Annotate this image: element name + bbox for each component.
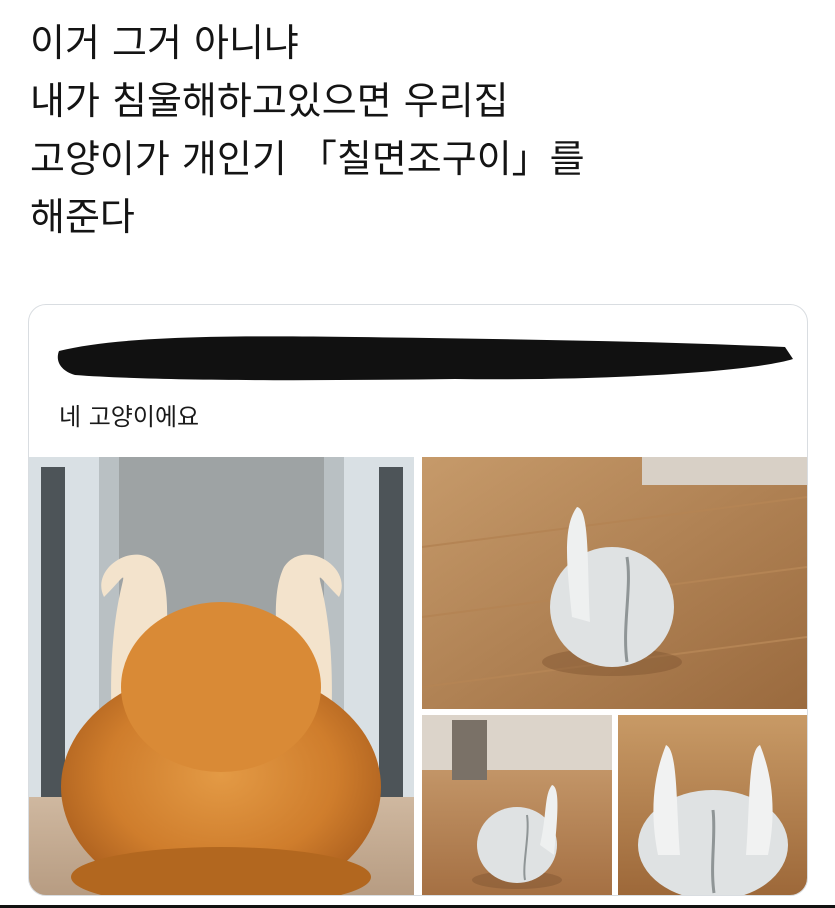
redacted-username-scribble bbox=[57, 336, 793, 381]
white-cat-photo-1[interactable] bbox=[422, 457, 807, 709]
image-grid bbox=[29, 457, 807, 895]
quoted-tweet-card[interactable]: 네 고양이에요 bbox=[28, 304, 808, 896]
tweet-line: 내가 침울해하고있으면 우리집 bbox=[30, 79, 509, 123]
quoted-tweet-text: 네 고양이에요 bbox=[59, 403, 200, 431]
orange-cat-photo[interactable] bbox=[29, 457, 414, 895]
tweet-line: 이거 그거 아니냐 bbox=[30, 21, 299, 65]
white-cat-photo-2[interactable] bbox=[422, 715, 612, 895]
tweet-line: 고양이가 개인기 「칠면조구이」를 bbox=[30, 137, 585, 181]
tweet-line: 해준다 bbox=[30, 195, 135, 239]
tweet-body-text: 이거 그거 아니냐 내가 침울해하고있으면 우리집 고양이가 개인기 「칠면조구… bbox=[30, 14, 810, 246]
white-cat-photo-3[interactable] bbox=[618, 715, 807, 895]
